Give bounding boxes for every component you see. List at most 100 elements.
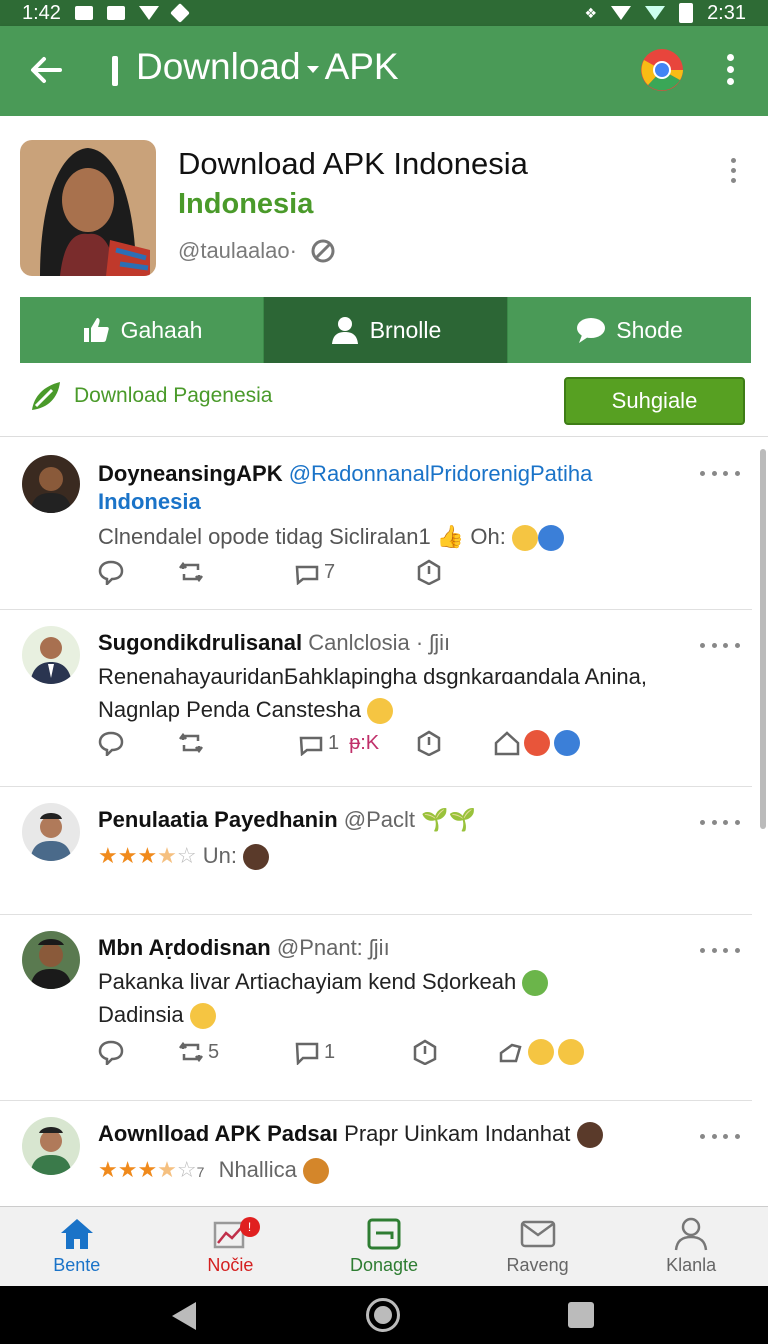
list-item[interactable]: DoyneansingAPK @RadonnanalPridorenigPati… [0, 437, 752, 610]
reply-button[interactable] [98, 730, 124, 756]
post-mention-cont: Indonesia [98, 489, 201, 514]
tab-share[interactable]: Shode [508, 297, 751, 363]
system-home-icon[interactable] [366, 1298, 400, 1332]
reply-button[interactable] [98, 1039, 124, 1065]
avatar[interactable] [22, 626, 80, 684]
post-handle[interactable]: @Pnant: ʃjiı [277, 935, 390, 960]
leaf-link-icon [32, 382, 60, 410]
back-arrow-icon[interactable] [26, 50, 66, 90]
half-star-icon: ★ [157, 843, 177, 868]
battery-icon [679, 3, 694, 23]
bookmark-button[interactable] [416, 559, 442, 585]
retweet-button[interactable] [178, 730, 204, 756]
avatar-emoji-icon [576, 1122, 603, 1149]
notification-badge: ! [239, 1217, 260, 1237]
scrollbar[interactable] [760, 449, 766, 829]
download-box-icon [367, 1218, 401, 1250]
quote-button[interactable]: 1 ᵽ:K [298, 730, 379, 756]
share-button[interactable] [494, 730, 580, 756]
retweet-icon [179, 1041, 203, 1063]
list-item[interactable]: Aownlload APK Padsaı Prapr Uinkam Indanh… [0, 1101, 752, 1206]
retweet-button[interactable]: 5 [178, 1039, 219, 1065]
rating: ★★★★☆ Un: [98, 843, 270, 871]
rating-label: Nhallica [218, 1157, 297, 1182]
chat-bubble-icon [577, 318, 606, 343]
mail-icon [520, 1220, 555, 1248]
link-icon [311, 239, 335, 263]
post-text-main: Clnendalel opode tidag Sicliralan1 [98, 524, 431, 549]
profile-more-icon[interactable] [726, 156, 740, 186]
half-star-icon: ★ [157, 1157, 177, 1182]
overflow-menu-icon[interactable] [720, 50, 740, 90]
share-button[interactable] [498, 1039, 584, 1065]
tab-like[interactable]: Gahaah [20, 297, 264, 363]
avatar[interactable] [22, 455, 80, 513]
profile-avatar[interactable] [20, 140, 156, 276]
post-handle[interactable]: Canlclosia · ʃjiı [308, 630, 450, 655]
nav-profile[interactable]: Klanla [614, 1207, 768, 1286]
nav-home-label: Bente [53, 1255, 101, 1275]
system-recents-icon[interactable] [568, 1302, 594, 1328]
post-author[interactable]: DoyneansingAPK [98, 461, 283, 486]
sick-emoji-icon [522, 970, 549, 997]
reply-button[interactable] [98, 559, 124, 585]
post-more-icon[interactable] [700, 1134, 740, 1144]
suggest-button[interactable]: Suhgiale [564, 377, 745, 425]
star-icon: ★★★ [98, 843, 158, 868]
feed-list[interactable]: DoyneansingAPK @RadonnanalPridorenigPati… [0, 436, 768, 1206]
app-title-part1: Download [136, 46, 301, 87]
tab-like-label: Gahaah [120, 316, 203, 343]
post-author[interactable]: Aownlload APK Padsaı [98, 1121, 338, 1146]
post-author[interactable]: Sugondikdrulisanal [98, 630, 302, 655]
quote-button[interactable]: 7 [294, 559, 335, 585]
person-outline-icon [674, 1217, 708, 1251]
nav-messages-label: Raveng [506, 1255, 569, 1275]
system-back-icon[interactable] [172, 1302, 196, 1330]
wifi-icon [138, 6, 159, 20]
post-handle[interactable]: @Paclt [344, 807, 415, 832]
chrome-browser-icon[interactable] [640, 48, 684, 92]
tab-profile[interactable]: Brnolle [264, 297, 508, 363]
comment-count: 1 [324, 1040, 336, 1063]
post-handle[interactable]: Prapr Uinkam Indanhat [344, 1121, 570, 1146]
bookmark-icon [417, 559, 441, 585]
comment-button[interactable]: 1 [294, 1039, 335, 1065]
avatar[interactable] [22, 803, 80, 861]
post-mention[interactable]: @RadonnanalPridorenigPatiha [289, 461, 593, 486]
app-title[interactable]: Download APK [136, 46, 399, 88]
avatar[interactable] [22, 931, 80, 989]
post-more-icon[interactable] [700, 471, 740, 481]
rating: ★★★★☆7 Nhallica [98, 1157, 329, 1185]
post-more-icon[interactable] [700, 820, 740, 830]
post-more-icon[interactable] [700, 643, 740, 653]
avatar[interactable] [22, 1117, 80, 1175]
list-item[interactable]: Mbn Aṛdodisnan @Pnant: ʃjiı Pakanka liva… [0, 915, 752, 1101]
bookmark-button[interactable] [416, 730, 442, 756]
tab-profile-label: Brnolle [369, 316, 442, 343]
nav-home[interactable]: Bente [0, 1207, 154, 1286]
list-item[interactable]: Penulaatia Payedhanin @Paclt 🌱🌱 ★★★★☆ Un… [0, 787, 752, 915]
reply-icon [98, 731, 124, 756]
grin-emoji-icon [528, 1039, 554, 1065]
post-more-icon[interactable] [700, 948, 740, 958]
list-item[interactable]: Sugondikdrulisanal Canlclosia · ʃjiı Ren… [0, 610, 752, 787]
retweet-button[interactable] [178, 559, 204, 585]
nav-messages[interactable]: Raveng [461, 1207, 615, 1286]
sprout-emoji-icon: 🌱🌱 [421, 807, 476, 832]
action-tabs: Gahaah Brnolle Shode [20, 297, 751, 363]
app-title-part2: APK [324, 46, 399, 87]
retweet-icon [179, 561, 203, 583]
thumbs-up-icon [83, 318, 109, 342]
star-icon: ★★★ [98, 1157, 158, 1182]
nav-notifications[interactable]: ! Nočie [154, 1207, 308, 1286]
thinking-emoji-icon [367, 698, 394, 725]
post-actions: 5 1 [98, 1039, 658, 1071]
download-link[interactable]: Download Pagenesia [28, 378, 272, 414]
post-author[interactable]: Penulaatia Payedhanin [98, 807, 338, 832]
post-author[interactable]: Mbn Aṛdodisnan [98, 935, 271, 960]
home-icon [60, 1219, 93, 1249]
post-text-second: Dadinsia [98, 1002, 184, 1027]
nav-download[interactable]: Donagte [307, 1207, 461, 1286]
bookmark-button[interactable] [412, 1039, 438, 1065]
reply-icon [98, 560, 124, 585]
